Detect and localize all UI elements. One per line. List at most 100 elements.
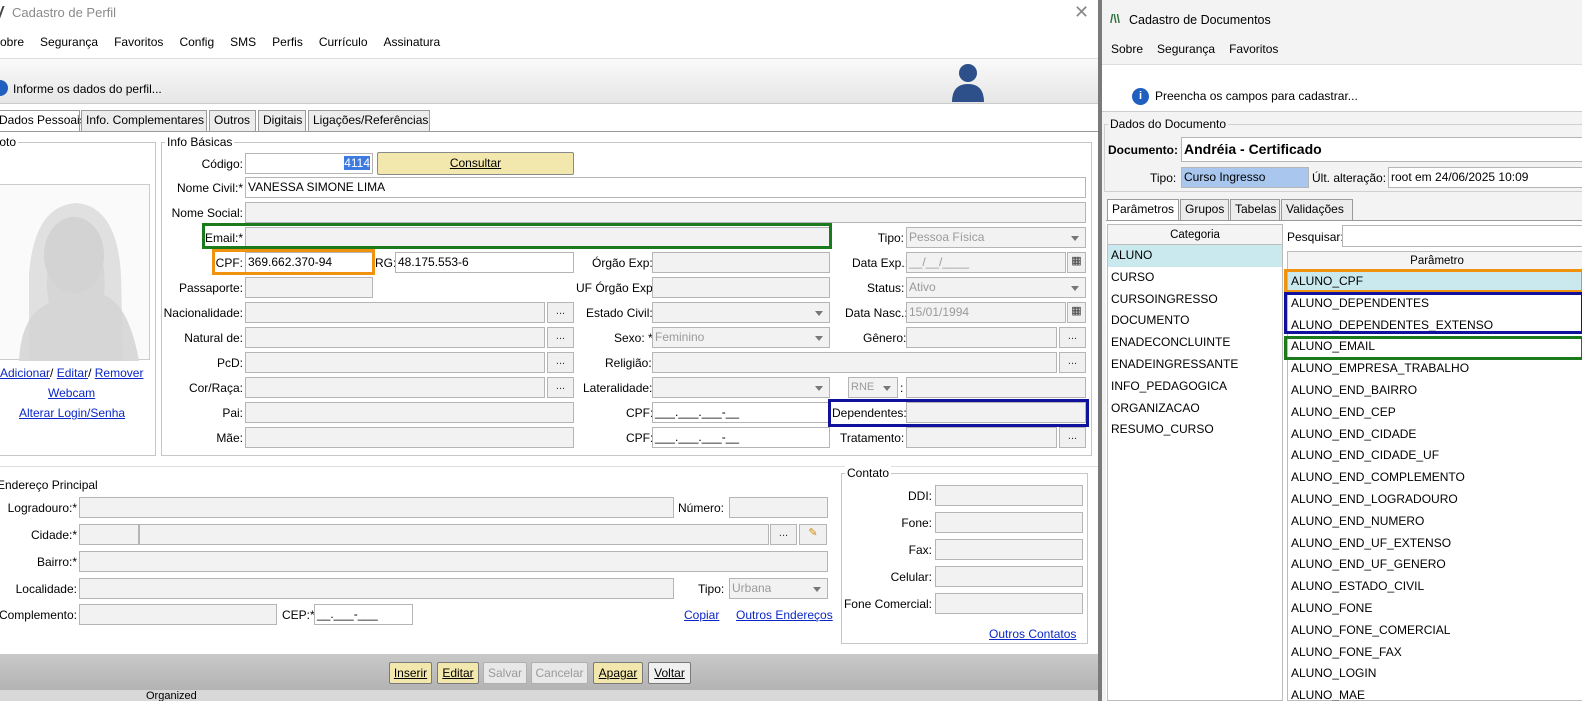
editar-link[interactable]: Editar (57, 366, 88, 380)
natural-input[interactable] (245, 327, 545, 348)
categoria-item[interactable]: CURSOINGRESSO (1108, 289, 1282, 311)
salvar-button[interactable]: Salvar (483, 662, 527, 684)
menu-perfis[interactable]: Perfis (272, 35, 303, 49)
localidade-input[interactable] (79, 578, 674, 599)
genero-lookup-button[interactable]: ... (1059, 327, 1086, 348)
tab-validacoes[interactable]: Validações (1281, 199, 1353, 220)
cep-input[interactable]: __.___-___ (314, 604, 413, 625)
alterar-login-link[interactable]: Alterar Login/Senha (19, 406, 125, 420)
tab-ligacoes[interactable]: Ligações/Referências (308, 110, 430, 131)
parametro-item[interactable]: ALUNO_END_CIDADE_UF (1288, 445, 1582, 467)
parametro-item[interactable]: ALUNO_FONE (1288, 598, 1582, 620)
rg-input[interactable]: 48.175.553-6 (395, 252, 574, 273)
natural-lookup-button[interactable]: ... (547, 327, 574, 348)
cpf-mae-input[interactable]: ___.___.___-__ (652, 427, 830, 448)
passaporte-input[interactable] (245, 277, 373, 298)
pcd-lookup-button[interactable]: ... (547, 352, 574, 373)
categoria-item[interactable]: INFO_PEDAGOGICA (1108, 376, 1282, 398)
tratamento-input[interactable] (906, 427, 1057, 448)
remover-link[interactable]: Remover (95, 366, 144, 380)
editar-button[interactable]: Editar (437, 662, 479, 684)
tab-parametros[interactable]: Parâmetros (1107, 199, 1179, 221)
data-exp-input[interactable]: __/__/____ (906, 252, 1066, 273)
pai-input[interactable] (245, 402, 574, 423)
parametro-item[interactable]: ALUNO_END_UF_GENERO (1288, 554, 1582, 576)
religiao-lookup-button[interactable]: ... (1059, 352, 1086, 373)
cpf-pai-input[interactable]: ___.___.___-__ (652, 402, 830, 423)
cidade-input[interactable] (139, 524, 769, 545)
menu-assinatura[interactable]: Assinatura (384, 35, 441, 49)
menu-sms[interactable]: SMS (230, 35, 256, 49)
orgao-exp-input[interactable] (652, 252, 830, 273)
voltar-button[interactable]: Voltar (648, 662, 691, 684)
cor-raca-input[interactable] (245, 377, 545, 398)
right-menu-favoritos[interactable]: Favoritos (1229, 42, 1278, 56)
cidade-lookup-button[interactable]: ... (770, 524, 797, 545)
close-icon[interactable]: ✕ (1074, 2, 1089, 23)
religiao-input[interactable] (652, 352, 1057, 373)
categoria-item[interactable]: ORGANIZACAO (1108, 398, 1282, 420)
parametro-item[interactable]: ALUNO_END_UF_EXTENSO (1288, 533, 1582, 555)
rne-select[interactable]: RNE (848, 377, 898, 398)
calendar-icon[interactable]: ▦ (1067, 252, 1086, 273)
status-select[interactable]: Ativo (906, 277, 1086, 298)
tab-tabelas[interactable]: Tabelas (1230, 199, 1280, 220)
doc-tipo-input[interactable]: Curso Ingresso (1181, 167, 1309, 188)
lateralidade-select[interactable] (652, 377, 830, 398)
right-menu-sobre[interactable]: Sobre (1111, 42, 1143, 56)
parametro-item[interactable]: ALUNO_END_LOGRADOURO (1288, 489, 1582, 511)
tab-dados-pessoais[interactable]: Dados Pessoais (0, 110, 86, 132)
logradouro-input[interactable] (79, 497, 674, 518)
parametro-item[interactable]: ALUNO_ESTADO_CIVIL (1288, 576, 1582, 598)
categoria-item[interactable]: ENADECONCLUINTE (1108, 332, 1282, 354)
tab-outros[interactable]: Outros (209, 110, 256, 131)
nacionalidade-lookup-button[interactable]: ... (547, 302, 574, 323)
categoria-item[interactable]: ALUNO (1108, 245, 1282, 267)
tab-digitais[interactable]: Digitais (258, 110, 306, 131)
categoria-item[interactable]: CURSO (1108, 267, 1282, 289)
inserir-button[interactable]: Inserir (389, 662, 432, 684)
cancelar-button[interactable]: Cancelar (531, 662, 588, 684)
tratamento-lookup-button[interactable]: ... (1059, 427, 1086, 448)
outros-enderecos-link[interactable]: Outros Endereços (736, 608, 833, 622)
right-menu-seguranca[interactable]: Segurança (1157, 42, 1215, 56)
mae-input[interactable] (245, 427, 574, 448)
parametro-item[interactable]: ALUNO_EMPRESA_TRABALHO (1288, 358, 1582, 380)
tab-info-complementares[interactable]: Info. Complementares (81, 110, 207, 131)
calendar-icon[interactable]: ▦ (1067, 302, 1086, 323)
menu-curriculo[interactable]: Currículo (319, 35, 368, 49)
nome-social-input[interactable] (245, 202, 1086, 223)
endereco-tipo-select[interactable]: Urbana (729, 578, 828, 599)
webcam-link[interactable]: Webcam (48, 386, 95, 400)
categoria-item[interactable]: DOCUMENTO (1108, 310, 1282, 332)
menu-seguranca[interactable]: Segurança (40, 35, 98, 49)
sexo-select[interactable]: Feminino (652, 327, 830, 348)
tipo-select[interactable]: Pessoa Física (906, 227, 1086, 248)
parametro-item[interactable]: ALUNO_END_NUMERO (1288, 511, 1582, 533)
outros-contatos-link[interactable]: Outros Contatos (989, 627, 1076, 641)
cidade-code-input[interactable] (79, 524, 139, 545)
adicionar-link[interactable]: Adicionar (0, 366, 50, 380)
parametro-item[interactable]: ALUNO_END_COMPLEMENTO (1288, 467, 1582, 489)
parametro-item[interactable]: ALUNO_END_CIDADE (1288, 424, 1582, 446)
menu-favoritos[interactable]: Favoritos (114, 35, 163, 49)
fone-comercial-input[interactable] (935, 593, 1083, 614)
fone-input[interactable] (935, 512, 1083, 533)
parametro-item[interactable]: ALUNO_FONE_COMERCIAL (1288, 620, 1582, 642)
pcd-input[interactable] (245, 352, 545, 373)
bairro-input[interactable] (79, 551, 828, 572)
nacionalidade-input[interactable] (245, 302, 545, 323)
parametro-item[interactable]: ALUNO_END_BAIRRO (1288, 380, 1582, 402)
menu-config[interactable]: Config (179, 35, 214, 49)
categoria-item[interactable]: RESUMO_CURSO (1108, 419, 1282, 441)
menu-sobre[interactable]: Sobre (0, 35, 24, 49)
copiar-link[interactable]: Copiar (684, 608, 719, 622)
parametro-item[interactable]: ALUNO_MAE (1288, 685, 1582, 701)
ddi-input[interactable] (935, 485, 1083, 506)
complemento-input[interactable] (79, 604, 277, 625)
consultar-button[interactable]: Consultar (377, 152, 574, 175)
uf-orgao-input[interactable] (652, 277, 830, 298)
numero-input[interactable] (729, 497, 828, 518)
documento-input[interactable]: Andréia - Certificado (1181, 137, 1582, 162)
estado-civil-select[interactable] (652, 302, 830, 323)
